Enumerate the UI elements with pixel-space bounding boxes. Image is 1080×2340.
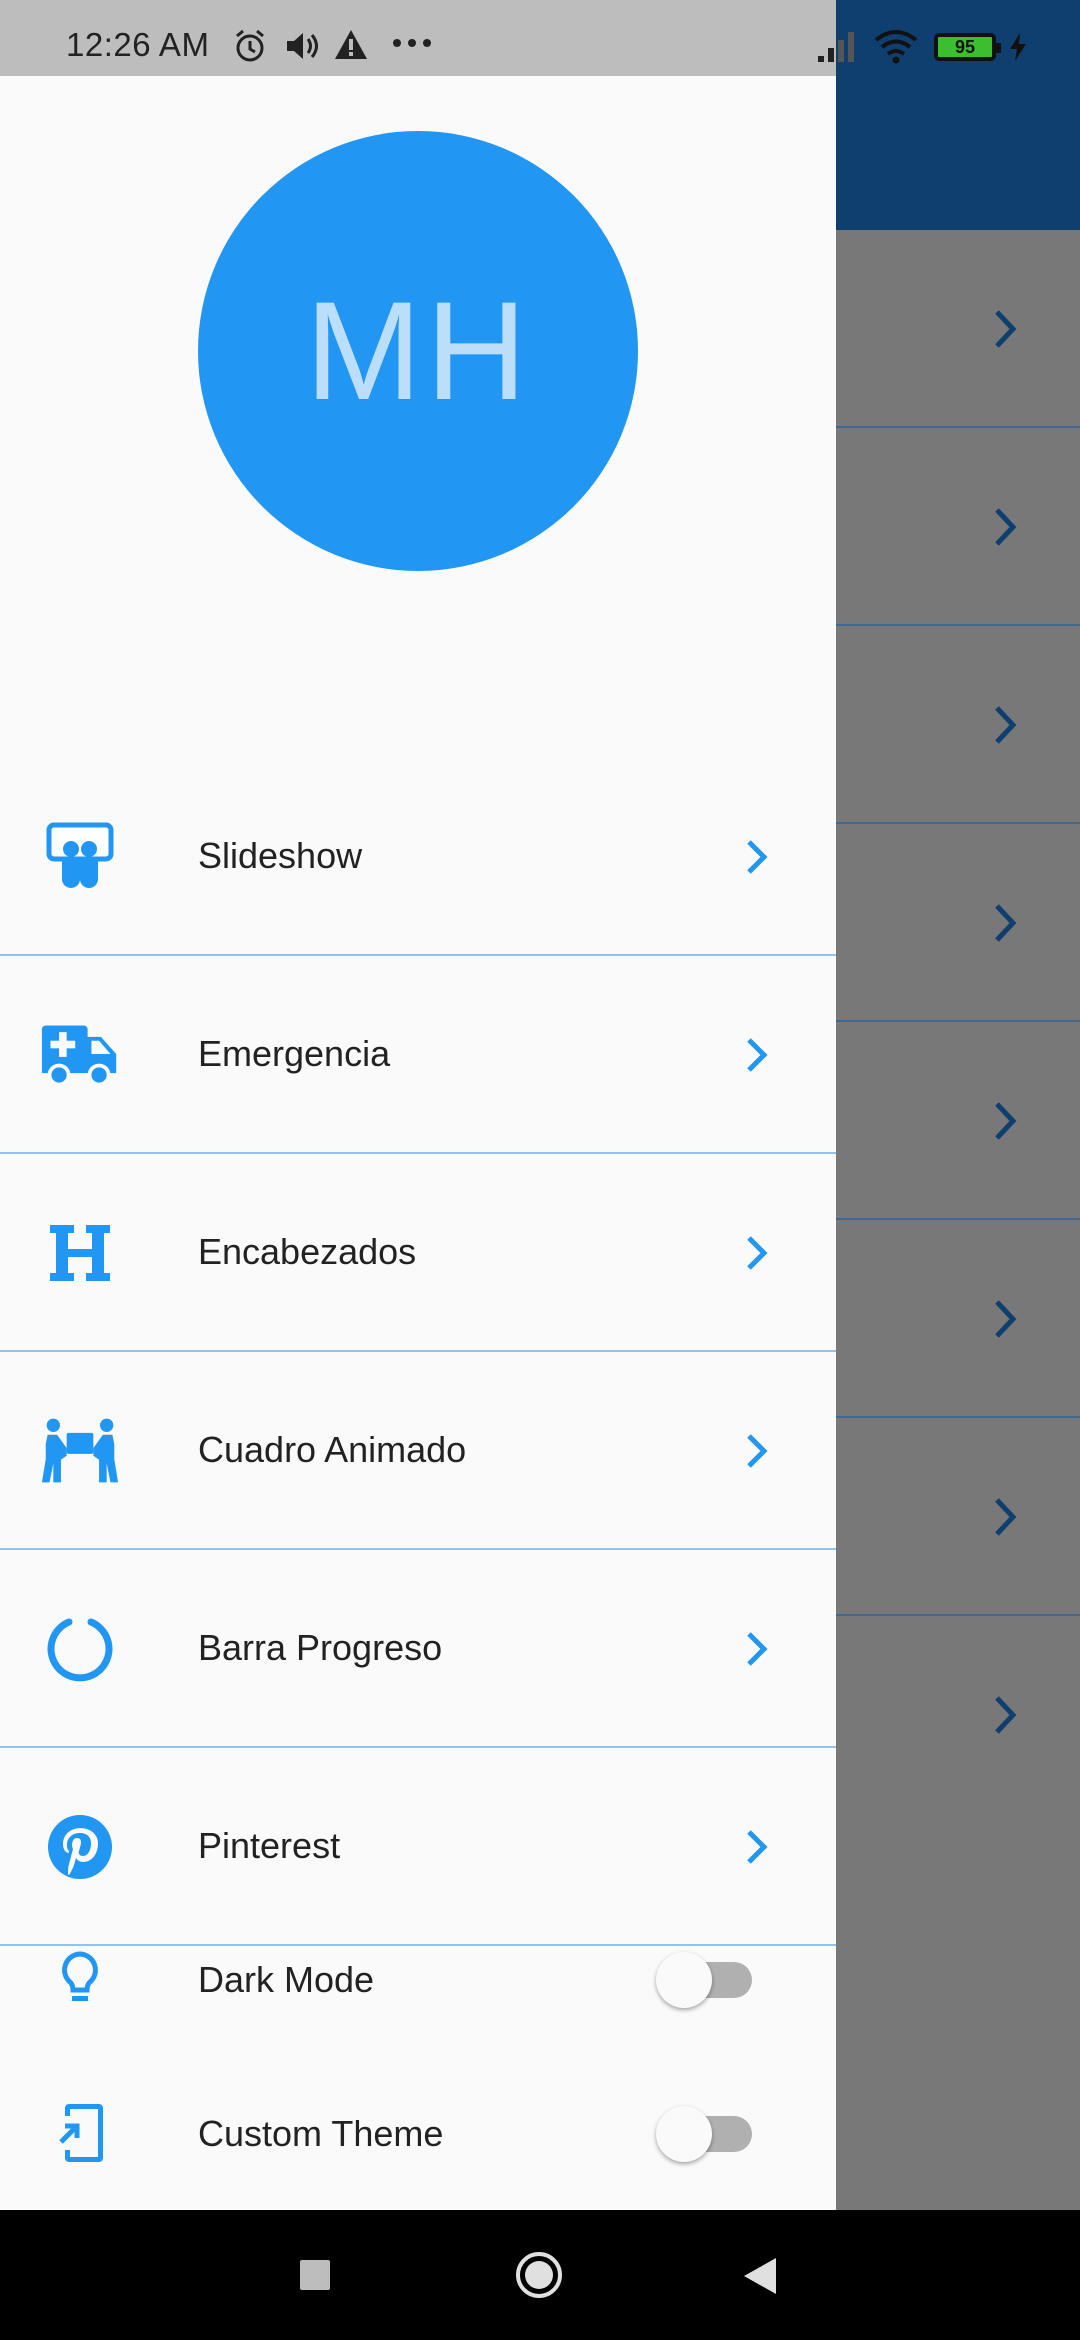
heading-icon: [40, 1213, 120, 1293]
background-list-row[interactable]: [836, 1220, 1080, 1418]
custom-theme-toggle[interactable]: [656, 2106, 758, 2162]
toggle-thumb: [656, 2106, 712, 2162]
chevron-right-icon: [744, 1630, 770, 1673]
background-list-row[interactable]: [836, 626, 1080, 824]
circle-notch-icon: [40, 1609, 120, 1689]
menu-item-emergencia[interactable]: Emergencia: [0, 956, 836, 1154]
status-bar: 12:26 AM 95: [0, 0, 1080, 76]
system-navigation-bar: [0, 2210, 1080, 2340]
pinterest-icon: [40, 1807, 120, 1887]
setting-label: Custom Theme: [198, 2113, 444, 2154]
volume-icon: [284, 28, 318, 69]
setting-dark-mode: Dark Mode: [0, 1914, 836, 2044]
menu-item-label: Pinterest: [198, 1825, 341, 1866]
signal-icon: [816, 30, 860, 69]
home-button[interactable]: [514, 2250, 564, 2305]
background-list: [836, 230, 1080, 1814]
menu-item-label: Slideshow: [198, 835, 363, 876]
drawer-menu: Slideshow Emergencia Encabezados Cuadro …: [0, 758, 836, 1946]
ambulance-icon: [40, 1015, 120, 1095]
chevron-right-icon: [744, 1432, 770, 1475]
warning-icon: [334, 28, 368, 67]
status-time: 12:26 AM: [66, 26, 210, 63]
battery-icon: 95: [934, 33, 1001, 61]
more-icon: [392, 36, 432, 54]
add-to-screen-icon: [40, 2093, 120, 2173]
chevron-right-icon: [744, 838, 770, 881]
background-list-row[interactable]: [836, 428, 1080, 626]
background-list-row[interactable]: [836, 824, 1080, 1022]
slideshare-icon: [40, 817, 120, 897]
menu-item-slideshow[interactable]: Slideshow: [0, 758, 836, 956]
chevron-right-icon: [744, 1234, 770, 1277]
menu-item-label: Encabezados: [198, 1231, 417, 1272]
wifi-icon: [874, 28, 918, 69]
menu-item-encabezados[interactable]: Encabezados: [0, 1154, 836, 1352]
chevron-right-icon: [744, 1036, 770, 1079]
background-app-bar: [836, 76, 1080, 230]
navigation-drawer: MH Slideshow Emergencia Encabezados Cuad…: [0, 76, 836, 2210]
background-list-row[interactable]: [836, 1616, 1080, 1814]
menu-item-cuadro-animado[interactable]: Cuadro Animado: [0, 1352, 836, 1550]
lightbulb-icon: [40, 1939, 120, 2019]
menu-item-label: Barra Progreso: [198, 1627, 443, 1668]
menu-item-barra-progreso[interactable]: Barra Progreso: [0, 1550, 836, 1748]
dark-mode-toggle[interactable]: [656, 1952, 758, 2008]
avatar[interactable]: MH: [198, 131, 638, 571]
alarm-icon: [232, 28, 268, 69]
charging-icon: [1008, 32, 1028, 67]
menu-item-label: Emergencia: [198, 1033, 391, 1074]
menu-item-label: Cuadro Animado: [198, 1429, 467, 1470]
people-carry-icon: [40, 1411, 120, 1491]
background-list-row[interactable]: [836, 1022, 1080, 1220]
background-list-row[interactable]: [836, 1418, 1080, 1616]
back-button[interactable]: [742, 2256, 778, 2301]
setting-label: Dark Mode: [198, 1959, 375, 2000]
avatar-initials: MH: [305, 272, 531, 429]
toggle-thumb: [656, 1952, 712, 2008]
chevron-right-icon: [744, 1828, 770, 1871]
recents-button[interactable]: [298, 2258, 332, 2297]
setting-custom-theme: Custom Theme: [0, 2068, 836, 2198]
background-list-row[interactable]: [836, 230, 1080, 428]
